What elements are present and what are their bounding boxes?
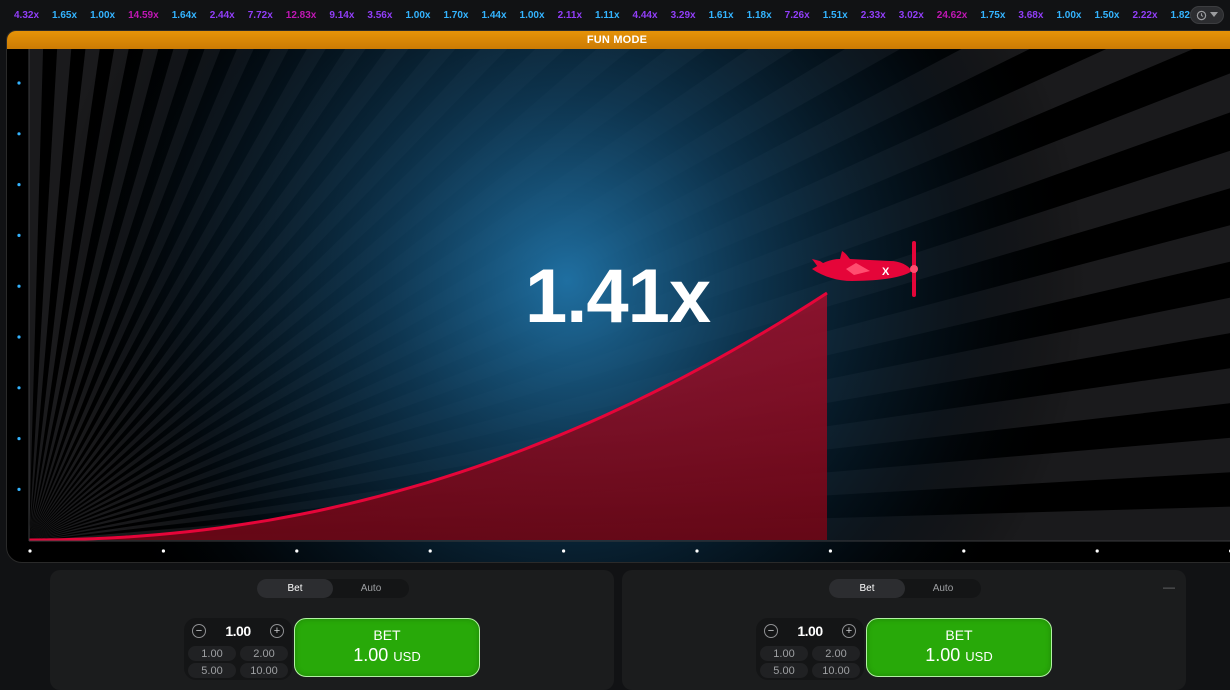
bet-amount-control: − 1.00 + 1.00 2.00 5.00 10.00 — [756, 618, 864, 680]
bet-button-amount: 1.00 — [925, 645, 961, 665]
tab-auto[interactable]: Auto — [905, 579, 981, 598]
quick-amount-button[interactable]: 1.00 — [760, 646, 808, 661]
history-clock-icon — [1196, 10, 1207, 20]
game-stage: FUN MODE X 1.41x — [6, 30, 1230, 563]
quick-amount-button[interactable]: 1.00 — [188, 646, 236, 661]
multiplier-history-bar: 4.32x 1.65x 1.00x 14.59x 1.64x 2.44x 7.72x 12.8… — [0, 0, 1230, 30]
x-axis-dot — [962, 549, 966, 553]
quick-amount-button[interactable]: 10.00 — [812, 663, 860, 678]
bet-panel-2: Bet Auto — − 1.00 + 1.00 2.00 5.00 10.00… — [622, 570, 1186, 690]
fun-mode-banner: FUN MODE — [7, 31, 1230, 49]
bet-button-amount-line: 1.00 USD — [925, 644, 993, 668]
history-multiplier-chip[interactable]: 1.00x — [399, 8, 436, 23]
history-multiplier-chip[interactable]: 4.44x — [627, 8, 664, 23]
history-multiplier-chip[interactable]: 1.00x — [84, 8, 121, 23]
history-multiplier-chip[interactable]: 2.22x — [1127, 8, 1164, 23]
history-multiplier-chip[interactable]: 24.62x — [931, 8, 974, 23]
history-multiplier-chip[interactable]: 7.26x — [779, 8, 816, 23]
tab-bet[interactable]: Bet — [257, 579, 333, 598]
history-multiplier-chip[interactable]: 9.14x — [323, 8, 360, 23]
history-multiplier-chip[interactable]: 1.65x — [46, 8, 83, 23]
history-multiplier-chip[interactable]: 1.50x — [1088, 8, 1125, 23]
history-multiplier-chip[interactable]: 1.70x — [437, 8, 474, 23]
history-multiplier-chip[interactable]: 2.11x — [552, 8, 588, 23]
bet-amount-input[interactable]: 1.00 — [225, 623, 251, 639]
x-axis-dot — [695, 549, 699, 553]
place-bet-button[interactable]: BET 1.00 USD — [294, 618, 480, 677]
quick-amount-button[interactable]: 5.00 — [760, 663, 808, 678]
decrease-bet-button[interactable]: − — [192, 624, 206, 638]
history-multiplier-chip[interactable]: 3.56x — [361, 8, 398, 23]
history-multiplier-chip[interactable]: 1.00x — [514, 8, 551, 23]
y-axis-dot — [17, 487, 21, 491]
history-multiplier-chip[interactable]: 1.64x — [166, 8, 203, 23]
x-axis-dot — [295, 549, 299, 553]
bet-button-label: BET — [373, 627, 401, 643]
tab-auto[interactable]: Auto — [333, 579, 409, 598]
history-multiplier-chip[interactable]: 12.83x — [280, 8, 323, 23]
bet-button-amount-line: 1.00 USD — [353, 644, 421, 668]
x-axis-dot — [161, 549, 165, 553]
bet-mode-tabs: Bet Auto — [257, 579, 409, 598]
y-axis-dot — [17, 183, 21, 187]
history-multiplier-chip[interactable]: 1.75x — [974, 8, 1011, 23]
history-multiplier-chip[interactable]: 3.68x — [1012, 8, 1049, 23]
tab-bet[interactable]: Bet — [829, 579, 905, 598]
chevron-down-icon — [1210, 12, 1218, 17]
bet-button-label: BET — [945, 627, 973, 643]
y-axis-dot — [17, 437, 21, 441]
history-multiplier-chip[interactable]: 3.02x — [893, 8, 930, 23]
place-bet-button[interactable]: BET 1.00 USD — [866, 618, 1052, 677]
history-multiplier-chip[interactable]: 1.00x — [1050, 8, 1087, 23]
history-multiplier-chip[interactable]: 3.29x — [665, 8, 702, 23]
x-axis-dot — [562, 549, 566, 553]
bet-panel-1: Bet Auto − 1.00 + 1.00 2.00 5.00 10.00 B… — [50, 570, 614, 690]
increase-bet-button[interactable]: + — [270, 624, 284, 638]
x-axis-dot — [1095, 549, 1099, 553]
increase-bet-button[interactable]: + — [842, 624, 856, 638]
decrease-bet-button[interactable]: − — [764, 624, 778, 638]
history-multiplier-chip[interactable]: 2.44x — [204, 8, 241, 23]
y-axis-dot — [17, 81, 21, 85]
x-axis-dot — [28, 549, 32, 553]
quick-amount-button[interactable]: 2.00 — [240, 646, 288, 661]
bet-amount-input[interactable]: 1.00 — [797, 623, 823, 639]
quick-amount-button[interactable]: 10.00 — [240, 663, 288, 678]
history-multiplier-chip[interactable]: 7.72x — [242, 8, 279, 23]
bet-button-amount: 1.00 — [353, 645, 389, 665]
history-multiplier-chip[interactable]: 14.59x — [122, 8, 165, 23]
x-axis-dot — [428, 549, 432, 553]
y-axis-dot — [17, 132, 21, 136]
history-multiplier-chip[interactable]: 1.18x — [741, 8, 778, 23]
bet-amount-control: − 1.00 + 1.00 2.00 5.00 10.00 — [184, 618, 292, 680]
history-multiplier-chip[interactable]: 1.11x — [589, 8, 625, 23]
quick-amount-button[interactable]: 2.00 — [812, 646, 860, 661]
history-multiplier-chip[interactable]: 1.61x — [703, 8, 740, 23]
current-multiplier: 1.41x — [525, 254, 711, 339]
history-multiplier-chip[interactable]: 4.32x — [8, 8, 45, 23]
y-axis-dot — [17, 386, 21, 390]
y-axis-dot — [17, 233, 21, 237]
bet-mode-tabs: Bet Auto — [829, 579, 981, 598]
x-axis-dot — [828, 549, 833, 553]
history-multiplier-chip[interactable]: 2.33x — [855, 8, 892, 23]
remove-panel-button[interactable]: — — [1160, 578, 1178, 596]
history-multiplier-chip[interactable]: 1.44x — [476, 8, 513, 23]
bet-button-currency: USD — [965, 649, 993, 664]
quick-amount-button[interactable]: 5.00 — [188, 663, 236, 678]
bet-button-currency: USD — [393, 649, 421, 664]
history-toggle-button[interactable] — [1190, 6, 1224, 24]
history-multiplier-chip[interactable]: 1.51x — [817, 8, 854, 23]
